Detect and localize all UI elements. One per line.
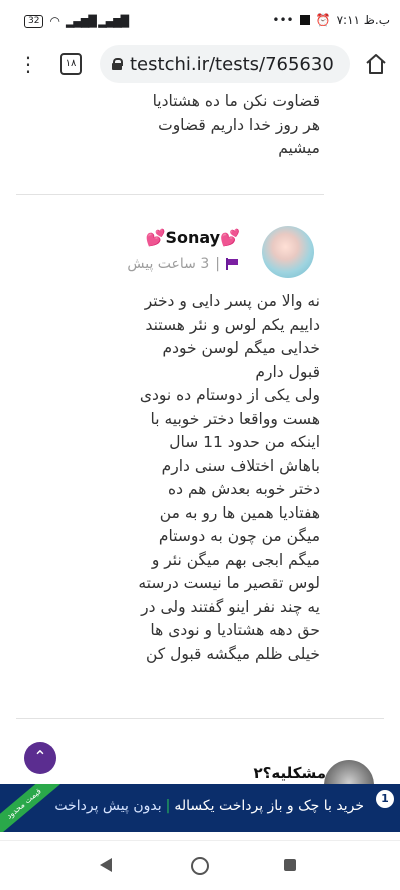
comment-meta: | 3 ساعت پیش <box>127 256 238 272</box>
home-nav-icon[interactable] <box>191 857 209 875</box>
comment-line: خدایی میگم لوسن خودم <box>162 339 321 357</box>
notification-icon <box>299 15 310 25</box>
comment-title: مشکلیه؟۲ <box>253 764 326 782</box>
home-icon[interactable] <box>364 52 388 76</box>
notification-dots: ••• <box>272 13 294 27</box>
comment-line: نه والا من پسر دایی و دختر <box>144 292 320 310</box>
comment-divider <box>16 718 384 719</box>
avatar[interactable] <box>324 760 374 784</box>
comment-line: داییم یکم لوس و نئر هستند <box>145 315 320 334</box>
battery-icon: 32 <box>24 14 44 28</box>
recents-icon[interactable] <box>284 859 296 871</box>
comment-line: هر روز خدا داریم قضاوت <box>158 115 320 134</box>
author-name: Sonay <box>165 228 221 247</box>
lock-icon[interactable] <box>112 58 123 70</box>
comment-line: اینکه من حدود 11 سال <box>169 433 320 451</box>
heart-icon: 💕 <box>145 228 166 247</box>
ad-ribbon: قیمت محدود <box>0 784 60 832</box>
comment-line: میگن من چون به دوستام <box>158 527 320 545</box>
url-text[interactable]: testchi.ir/tests/765630 <box>130 54 334 75</box>
comments-list: قضاوت نکن ما ده هشتادیا هر روز خدا داریم… <box>0 94 400 784</box>
ad-main-text: خرید با چک و باز پرداخت یکساله <box>174 798 364 814</box>
meta-separator: | <box>215 256 220 272</box>
comment-line: قبول دارم <box>255 362 320 381</box>
alarm-icon: ⏰ <box>315 13 331 27</box>
comment-line: باهاش اختلاف سنی دارم <box>161 456 320 475</box>
status-bar: 32 ◠ ▂▄▆█ ▂▄▆█ ••• ⏰ ۷:۱۱ ب.ظ <box>0 0 400 38</box>
ad-banner[interactable]: قیمت محدود خرید با چک و باز پرداخت یکسال… <box>0 784 400 832</box>
ad-separator: | <box>165 798 171 814</box>
comment-line: هست وواقعا دختر خوبیه با <box>150 409 320 428</box>
back-icon[interactable] <box>100 858 112 872</box>
tab-switcher-button[interactable]: ۱۸ <box>60 53 82 75</box>
chevron-up-icon: ⌃ <box>33 747 47 766</box>
system-nav-bar <box>0 840 400 890</box>
menu-dots-icon[interactable]: ⋮ <box>18 54 38 74</box>
avatar[interactable] <box>262 226 314 278</box>
address-bar[interactable]: testchi.ir/tests/765630 <box>100 45 350 83</box>
flag-icon[interactable] <box>226 258 238 270</box>
scroll-to-top-button[interactable]: ⌃ <box>24 742 56 774</box>
comment-line: میگم ابجی بهم میگن نئر و <box>151 550 320 569</box>
comment-line: خیلی ظلم میگشه قبول کن <box>145 644 320 663</box>
wifi-icon: ◠ <box>49 14 60 28</box>
comment-divider <box>16 194 324 195</box>
status-time: ۷:۱۱ ب.ظ <box>336 13 390 27</box>
comment-body: نه والا من پسر دایی و دختر داییم یکم لوس… <box>35 290 320 666</box>
ad-sub-text: بدون پیش پرداخت <box>54 798 162 814</box>
heart-icon: 💕 <box>220 228 240 247</box>
browser-toolbar: ⋮ ۱۸ testchi.ir/tests/765630 <box>0 38 400 94</box>
comment-line: دختر خوبه بعدش هم ده <box>168 480 320 498</box>
comment-line: یه چند نفر اینو گفتند ولی در <box>141 597 320 616</box>
comment-line: حق دهه هشتادیا و نودی ها <box>150 621 320 639</box>
comment-line: هفتادیا همین ها رو به من <box>159 503 320 522</box>
ad-text[interactable]: خرید با چک و باز پرداخت یکساله|بدون پیش … <box>54 798 364 814</box>
comment-body: قضاوت نکن ما ده هشتادیا هر روز خدا داریم… <box>80 94 320 161</box>
comment-line: لوس تقصیر ما نیست درسته <box>138 574 320 592</box>
comment-line: ولی یکی از دوستام ده نودی <box>139 386 320 404</box>
comment-line: میشیم <box>278 139 320 157</box>
ad-badge: 1 <box>376 790 394 808</box>
comment-author[interactable]: 💕Sonay💕 <box>146 228 240 247</box>
signal-icon: ▂▄▆█ ▂▄▆█ <box>65 14 129 28</box>
comment-time: 3 ساعت پیش <box>127 256 210 272</box>
comment-line: قضاوت نکن ما ده هشتادیا <box>152 94 320 110</box>
